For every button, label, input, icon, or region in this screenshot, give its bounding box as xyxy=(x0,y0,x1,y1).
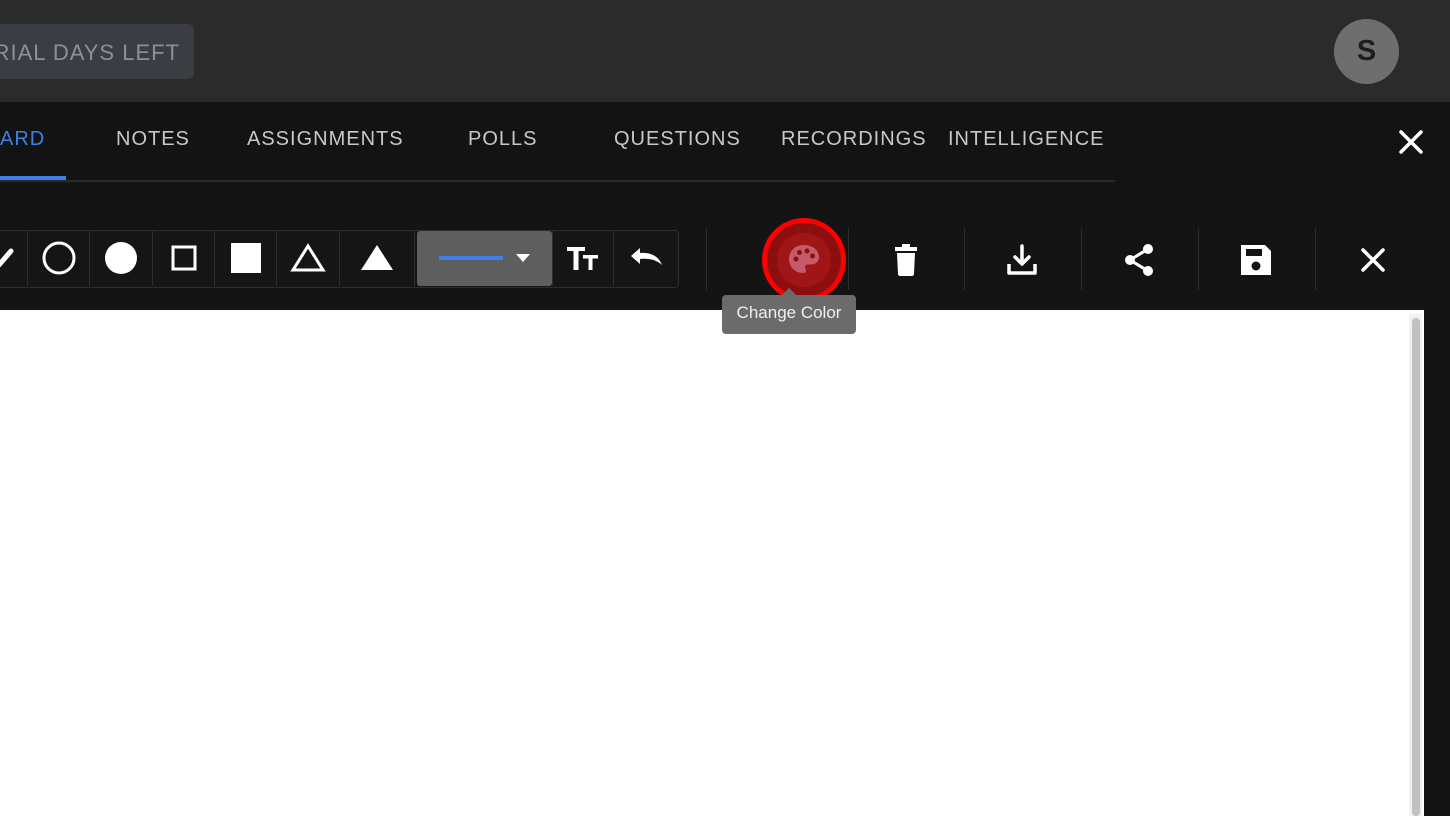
toolbar-separator xyxy=(964,228,965,290)
change-color-button[interactable] xyxy=(762,218,846,302)
save-icon xyxy=(1241,245,1271,275)
circle-outline-tool-button[interactable] xyxy=(28,230,90,286)
user-avatar[interactable]: S xyxy=(1334,19,1399,84)
pencil-icon xyxy=(0,248,13,267)
share-button[interactable] xyxy=(1109,230,1169,290)
save-button[interactable] xyxy=(1226,230,1286,290)
circle-outline-icon xyxy=(42,241,75,275)
share-icon xyxy=(1125,244,1153,276)
change-color-button-inner xyxy=(777,233,831,287)
close-icon xyxy=(1399,130,1423,154)
trial-days-badge[interactable]: TRIAL DAYS LEFT xyxy=(0,24,194,79)
toolbar-separator xyxy=(1081,228,1082,290)
text-tool-button[interactable] xyxy=(552,230,614,286)
chevron-down-icon xyxy=(516,254,530,262)
toolbar-separator xyxy=(1198,228,1199,290)
tab-recordings[interactable]: RECORDINGS xyxy=(781,128,927,151)
delete-button[interactable] xyxy=(876,230,936,290)
close-toolbar-button[interactable] xyxy=(1343,230,1403,290)
triangle-outline-icon xyxy=(290,243,326,272)
line-style-preview xyxy=(439,254,530,262)
tab-polls[interactable]: POLLS xyxy=(468,128,537,151)
toolbar-separator xyxy=(706,228,707,290)
pencil-tool-button[interactable] xyxy=(0,230,28,286)
download-icon xyxy=(1007,244,1037,275)
tab-assignments[interactable]: ASSIGNMENTS xyxy=(247,128,404,151)
undo-icon xyxy=(630,248,662,265)
circle-filled-icon xyxy=(105,242,137,274)
tab-notes[interactable]: NOTES xyxy=(116,128,190,151)
whiteboard-canvas[interactable] xyxy=(0,310,1424,816)
toolbar-separator xyxy=(848,228,849,290)
triangle-outline-tool-button[interactable] xyxy=(277,230,340,286)
square-filled-icon xyxy=(230,243,261,273)
square-outline-tool-button[interactable] xyxy=(153,230,215,286)
toolbar-separator xyxy=(1315,228,1316,290)
top-bar xyxy=(0,0,1450,102)
square-filled-tool-button[interactable] xyxy=(215,230,277,286)
trash-icon xyxy=(895,244,917,276)
triangle-filled-tool-button[interactable] xyxy=(340,230,415,286)
triangle-filled-icon xyxy=(361,245,393,270)
palette-icon xyxy=(789,245,819,273)
active-tab-indicator xyxy=(0,176,66,180)
circle-filled-tool-button[interactable] xyxy=(90,230,153,286)
square-outline-icon xyxy=(171,245,196,271)
download-button[interactable] xyxy=(992,230,1052,290)
change-color-tooltip: Change Color xyxy=(722,288,856,334)
close-panel-button[interactable] xyxy=(1394,125,1428,159)
line-style-dropdown[interactable] xyxy=(417,231,552,286)
tab-whiteboard[interactable]: ARD xyxy=(0,128,45,151)
canvas-right-gutter xyxy=(1424,310,1450,816)
close-icon xyxy=(1361,248,1385,272)
tab-intelligence[interactable]: INTELLIGENCE xyxy=(948,128,1104,151)
canvas-scrollbar-thumb[interactable] xyxy=(1412,318,1420,816)
text-size-icon xyxy=(567,247,598,270)
tab-questions[interactable]: QUESTIONS xyxy=(614,128,741,151)
undo-button[interactable] xyxy=(614,230,677,286)
trial-days-label: TRIAL DAYS LEFT xyxy=(0,40,180,65)
